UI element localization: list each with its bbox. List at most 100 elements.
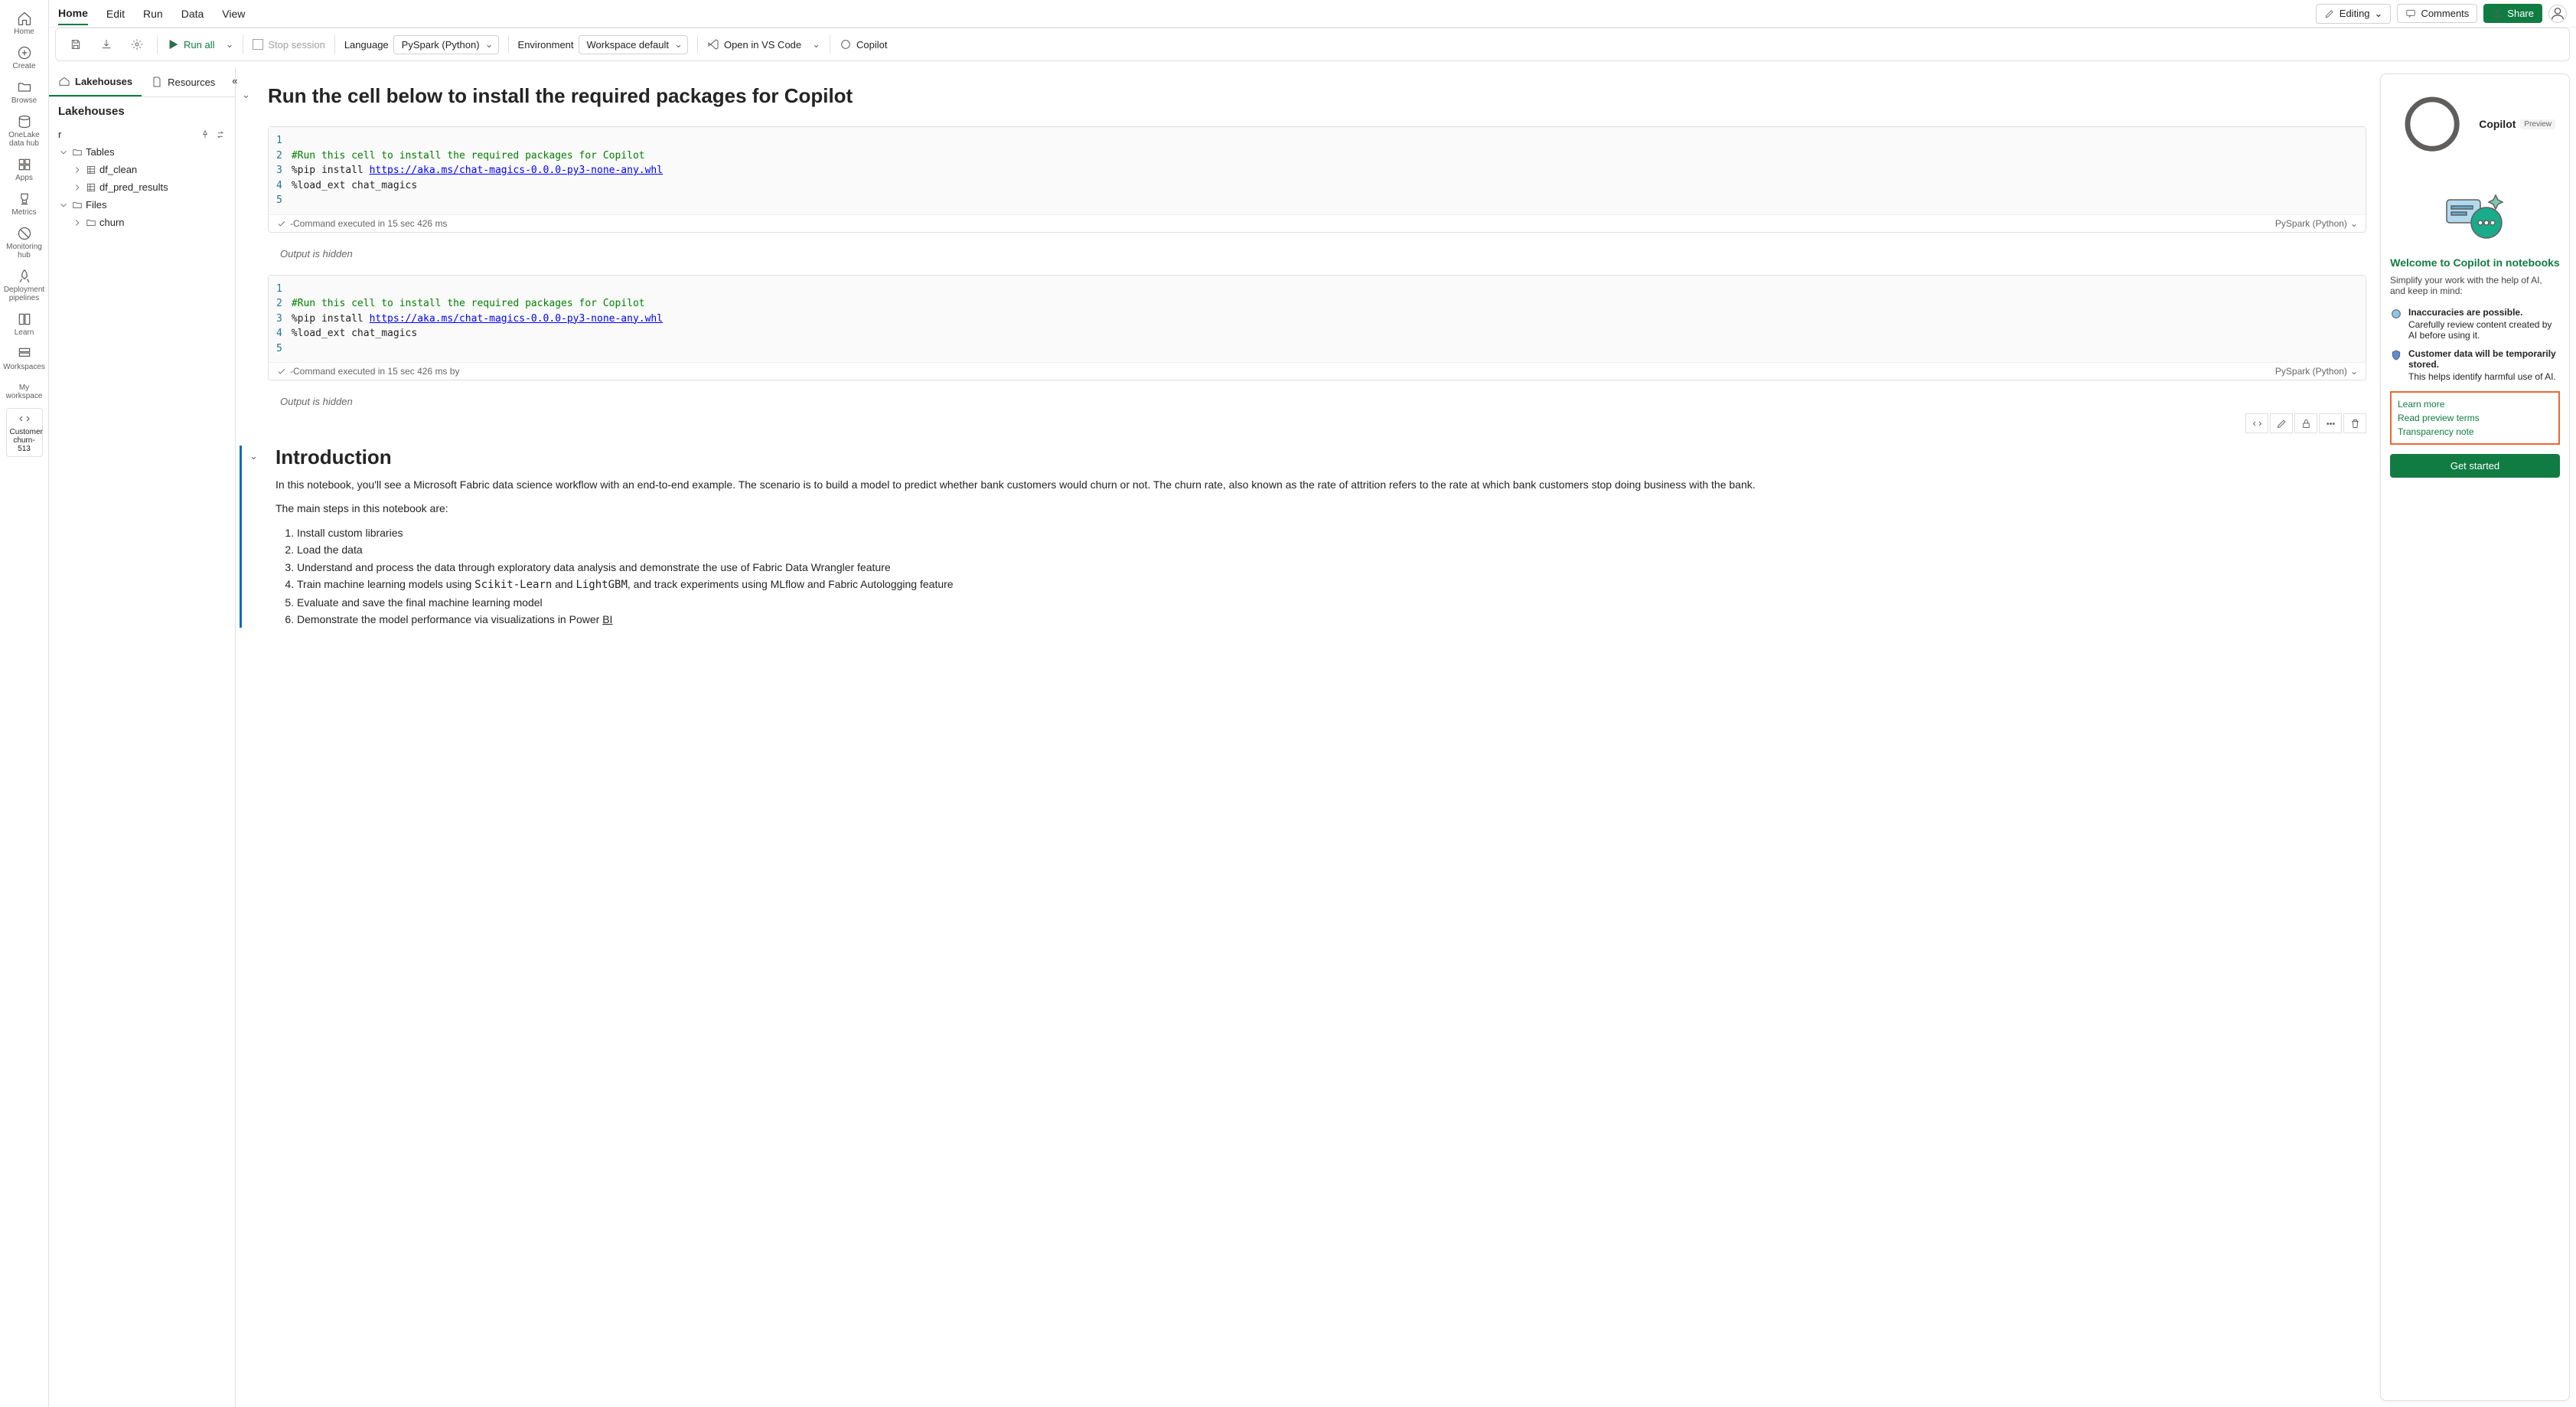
copilot-icon xyxy=(2390,82,2474,166)
share-icon xyxy=(2492,8,2503,19)
preview-badge: Preview xyxy=(2520,119,2555,129)
code-icon xyxy=(18,412,31,426)
chevron-down-icon xyxy=(58,200,69,211)
steps-list: Install custom libraries Load the data U… xyxy=(276,524,2366,628)
open-vscode-button[interactable]: Open in VS Code⌄ xyxy=(707,38,820,51)
intro-paragraph: In this notebook, you'll see a Microsoft… xyxy=(276,477,2366,493)
shield-icon xyxy=(2390,349,2402,361)
download-icon xyxy=(100,38,112,51)
collapse-section-button[interactable]: ⌄ xyxy=(249,446,268,628)
menu-view[interactable]: View xyxy=(222,3,245,24)
folder-icon xyxy=(86,217,96,228)
copilot-links-highlighted: Learn more Read preview terms Transparen… xyxy=(2390,391,2560,445)
cell-language-picker[interactable]: PySpark (Python)⌄ xyxy=(2275,366,2358,377)
markdown-cell[interactable]: Introduction In this notebook, you'll se… xyxy=(276,446,2366,628)
explorer-title: Lakehouses xyxy=(49,97,235,126)
home-icon xyxy=(17,11,32,26)
cell-status: -Command executed in 15 sec 426 ms by xyxy=(290,366,459,377)
table-icon xyxy=(86,165,96,175)
folder-icon xyxy=(72,147,83,158)
comments-button[interactable]: Comments xyxy=(2397,4,2477,23)
stop-session-button[interactable]: Stop session xyxy=(253,39,324,51)
copilot-panel: Copilot Preview xyxy=(2380,73,2570,1401)
rail-metrics[interactable]: Metrics xyxy=(3,187,46,221)
output-hidden-label: Output is hidden xyxy=(242,391,2366,412)
save-icon xyxy=(70,38,82,51)
rail-workspace-current[interactable]: Customer churn-513 xyxy=(6,408,43,457)
rail-workspaces[interactable]: Workspaces xyxy=(3,341,46,376)
check-icon xyxy=(276,218,287,229)
cell-language-picker[interactable]: PySpark (Python)⌄ xyxy=(2275,218,2358,229)
link-learn-more[interactable]: Learn more xyxy=(2398,397,2552,411)
stop-icon xyxy=(253,39,263,50)
chevron-down-icon: ⌄ xyxy=(2350,366,2358,377)
code-cell[interactable]: 12345 #Run this cell to install the requ… xyxy=(268,275,2366,381)
pencil-icon xyxy=(2276,418,2287,429)
pin-icon[interactable] xyxy=(200,129,210,140)
rail-create[interactable]: Create xyxy=(3,41,46,75)
get-started-button[interactable]: Get started xyxy=(2390,454,2560,478)
menu-home[interactable]: Home xyxy=(58,2,88,25)
explorer-tab-resources[interactable]: Resources xyxy=(142,67,224,96)
section-heading: Run the cell below to install the requir… xyxy=(268,84,2366,108)
rail-apps[interactable]: Apps xyxy=(3,152,46,187)
editing-mode-button[interactable]: Editing⌄ xyxy=(2316,4,2392,24)
notebook-canvas[interactable]: ⌄ Run the cell below to install the requ… xyxy=(236,67,2380,1407)
code-cell[interactable]: 12345 #Run this cell to install the requ… xyxy=(268,126,2366,233)
rail-monitor[interactable]: Monitoring hub xyxy=(3,221,46,264)
line-gutter: 12345 xyxy=(276,133,292,208)
tree-table-df-pred[interactable]: df_pred_results xyxy=(69,178,229,196)
menu-edit[interactable]: Edit xyxy=(106,3,125,24)
environment-select[interactable]: Workspace default xyxy=(579,35,688,54)
link-transparency[interactable]: Transparency note xyxy=(2398,425,2552,439)
cell-toolbar xyxy=(268,412,2366,435)
menu-run[interactable]: Run xyxy=(143,3,163,24)
download-button[interactable] xyxy=(96,34,117,55)
save-button[interactable] xyxy=(65,34,86,55)
link-preview-terms[interactable]: Read preview terms xyxy=(2398,411,2552,425)
copilot-button[interactable]: Copilot xyxy=(840,38,887,51)
tree-folder-churn[interactable]: churn xyxy=(69,214,229,231)
tree-table-df-clean[interactable]: df_clean xyxy=(69,161,229,178)
rail-deploy[interactable]: Deployment pipelines xyxy=(3,264,46,307)
settings-button[interactable] xyxy=(126,34,148,55)
tree-files[interactable]: Files xyxy=(55,196,229,214)
lock-button[interactable] xyxy=(2294,413,2317,433)
table-icon xyxy=(86,182,96,193)
code-editor[interactable]: #Run this cell to install the required p… xyxy=(292,282,663,357)
copilot-title: Copilot xyxy=(2479,118,2516,130)
rail-my-workspace[interactable]: My workspace xyxy=(3,379,46,405)
cell-status: -Command executed in 15 sec 426 ms xyxy=(290,218,447,229)
rail-learn[interactable]: Learn xyxy=(3,307,46,341)
rail-home[interactable]: Home xyxy=(3,6,46,41)
telescope-icon xyxy=(2390,308,2402,320)
more-button[interactable] xyxy=(2319,413,2342,433)
rocket-icon xyxy=(17,269,32,284)
chevron-down-icon: ⌄ xyxy=(2375,8,2383,20)
swap-icon[interactable] xyxy=(215,129,226,140)
tree-tables[interactable]: Tables xyxy=(55,143,229,161)
run-all-button[interactable]: Run all⌄ xyxy=(167,38,233,51)
share-button[interactable]: Share xyxy=(2483,4,2542,23)
code-editor[interactable]: #Run this cell to install the required p… xyxy=(292,133,663,208)
line-gutter: 12345 xyxy=(276,282,292,357)
comment-icon xyxy=(2405,8,2416,19)
convert-code-button[interactable] xyxy=(2245,413,2268,433)
copilot-welcome: Welcome to Copilot in notebooks xyxy=(2390,256,2560,269)
chevron-down-icon: ⌄ xyxy=(225,38,233,51)
chevron-right-icon xyxy=(72,182,83,193)
prohibit-icon xyxy=(17,226,32,241)
explorer-panel: Lakehouses Resources « Lakehouses r Tabl… xyxy=(49,67,236,1407)
gear-icon xyxy=(131,38,143,51)
rail-browse[interactable]: Browse xyxy=(3,75,46,109)
chat-illustration-icon xyxy=(2441,191,2509,244)
edit-button[interactable] xyxy=(2270,413,2293,433)
rail-onelake[interactable]: OneLake data hub xyxy=(3,109,46,152)
delete-button[interactable] xyxy=(2343,413,2366,433)
explorer-tab-lakehouses[interactable]: Lakehouses xyxy=(49,67,142,96)
language-select[interactable]: PySpark (Python) xyxy=(393,35,499,54)
presence-avatar[interactable] xyxy=(2548,5,2567,23)
copilot-hero xyxy=(2390,191,2560,244)
collapse-section-button[interactable]: ⌄ xyxy=(242,84,260,116)
menu-data[interactable]: Data xyxy=(181,3,204,24)
